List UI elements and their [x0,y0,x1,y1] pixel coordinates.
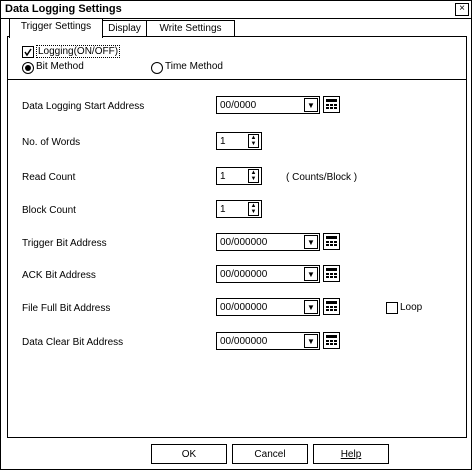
data-clear-bit-label: Data Clear Bit Address [22,337,124,348]
loop-label: Loop [400,302,423,313]
read-count-label: Read Count [22,172,76,183]
help-button[interactable]: Help [313,444,389,464]
file-full-bit-value: 00/000000 [220,302,268,313]
divider [8,79,466,80]
chevron-down-icon[interactable]: ▼ [304,300,318,314]
title-bar: Data Logging Settings × [1,1,471,19]
keypad-icon[interactable] [323,265,340,282]
keypad-icon[interactable] [323,332,340,349]
spin-updown-icon[interactable]: ▲ ▼ [248,169,259,183]
tab-label: Display [108,23,141,34]
ok-button[interactable]: OK [151,444,227,464]
tab-display[interactable]: Display [101,20,148,37]
data-clear-bit-value: 00/000000 [220,336,268,347]
ack-bit-value: 00/000000 [220,269,268,280]
read-count-value: 1 [220,171,226,182]
logging-label: Logging(ON/OFF) [36,45,121,58]
keypad-icon[interactable] [323,96,340,113]
block-count-value: 1 [220,204,226,215]
chevron-down-icon[interactable]: ▼ [304,98,318,112]
trigger-bit-label: Trigger Bit Address [22,238,107,249]
loop-checkbox[interactable] [386,302,398,314]
radio-selected-dot [25,65,31,71]
cancel-button[interactable]: Cancel [232,444,308,464]
time-method-label: Time Method [165,61,223,72]
block-count-label: Block Count [22,205,76,216]
bit-method-radio[interactable] [22,62,34,74]
logging-checkbox[interactable] [22,46,34,58]
tab-label: Write Settings [159,23,222,34]
start-address-value: 00/0000 [220,100,257,111]
no-of-words-value: 1 [220,136,226,147]
bit-method-label: Bit Method [36,61,84,72]
trigger-bit-value: 00/000000 [220,237,268,248]
keypad-icon[interactable] [323,233,340,250]
checkmark-icon [24,48,32,57]
start-address-label: Data Logging Start Address [22,101,145,112]
keypad-icon[interactable] [323,298,340,315]
tab-trigger-settings[interactable]: Trigger Settings [9,18,103,38]
chevron-down-icon[interactable]: ▼ [304,267,318,281]
no-of-words-label: No. of Words [22,137,81,148]
close-icon[interactable]: × [455,3,469,16]
dialog-window: Data Logging Settings × Trigger Settings… [0,0,472,470]
spin-updown-icon[interactable]: ▲ ▼ [248,202,259,216]
chevron-down-icon[interactable]: ▼ [304,334,318,348]
tab-write-settings[interactable]: Write Settings [146,20,235,37]
window-title: Data Logging Settings [5,3,122,15]
read-count-unit: ( Counts/Block ) [286,172,358,183]
tab-panel: Logging(ON/OFF) Bit Method Time Method D… [7,36,467,438]
ack-bit-label: ACK Bit Address [22,270,96,281]
chevron-down-icon[interactable]: ▼ [304,235,318,249]
file-full-bit-label: File Full Bit Address [22,303,111,314]
tab-label: Trigger Settings [20,21,92,32]
time-method-radio[interactable] [151,62,163,74]
spin-updown-icon[interactable]: ▲ ▼ [248,134,259,148]
help-button-label: Help [340,449,362,460]
